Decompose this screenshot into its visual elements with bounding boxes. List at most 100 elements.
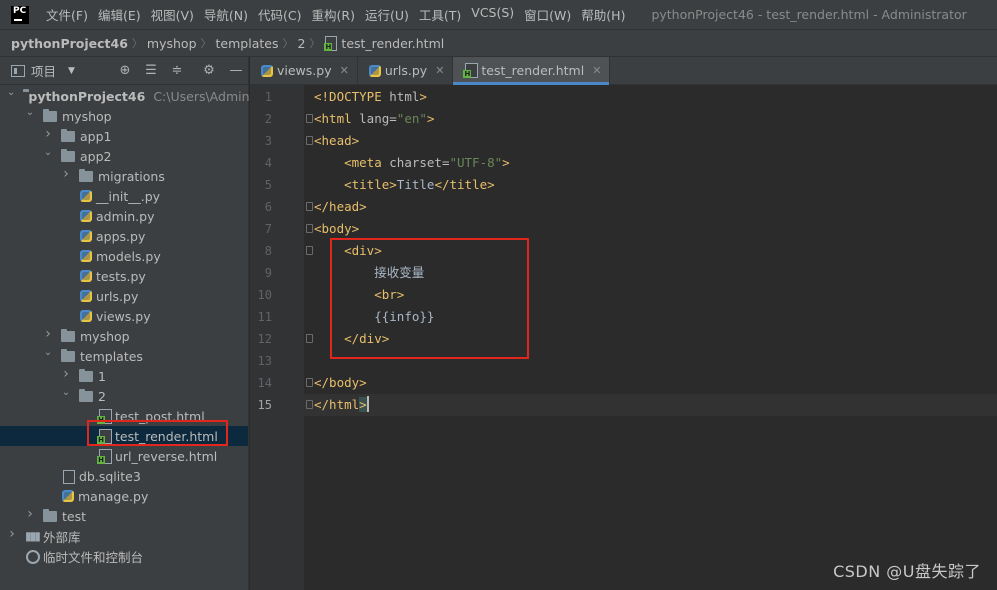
chevron-right-icon[interactable] bbox=[43, 131, 53, 141]
tree-item-label: myshop bbox=[80, 328, 130, 344]
code-line[interactable]: <title>Title</title> bbox=[314, 174, 495, 196]
code-editor[interactable]: CSDN @U盘失踪了 1 <!DOCTYPE html> 2 <html lang=… bbox=[250, 85, 997, 590]
fold-start-icon[interactable] bbox=[306, 136, 313, 145]
code-line[interactable]: <div> bbox=[314, 240, 382, 262]
tree-item[interactable]: myshop bbox=[0, 326, 248, 346]
menu-item[interactable]: 视图(V) bbox=[146, 5, 199, 24]
code-line[interactable]: <meta charset="UTF-8"> bbox=[314, 152, 510, 174]
project-panel-title[interactable]: 项目 bbox=[31, 61, 56, 80]
tree-item[interactable]: db.sqlite3 bbox=[0, 466, 248, 486]
expand-all-icon[interactable]: ☰ bbox=[143, 63, 159, 79]
tree-item[interactable]: tests.py bbox=[0, 266, 248, 286]
line-number: 12 bbox=[257, 332, 272, 346]
code-line[interactable]: </body> bbox=[314, 372, 367, 394]
chevron-right-icon[interactable] bbox=[25, 511, 35, 521]
code-line[interactable]: <head> bbox=[314, 130, 359, 152]
menu-item[interactable]: 帮助(H) bbox=[576, 5, 630, 24]
tree-item[interactable]: test_post.html bbox=[0, 406, 248, 426]
line-number: 10 bbox=[257, 288, 272, 302]
minimize-icon[interactable]: — bbox=[228, 63, 244, 79]
chevron-right-icon[interactable] bbox=[61, 371, 71, 381]
tree-item[interactable]: admin.py bbox=[0, 206, 248, 226]
locate-icon[interactable]: ⊕ bbox=[117, 63, 133, 79]
code-line[interactable]: </html> bbox=[314, 394, 369, 416]
menu-item[interactable]: 编辑(E) bbox=[93, 5, 146, 24]
tree-item[interactable]: migrations bbox=[0, 166, 248, 186]
menu-item[interactable]: 重构(R) bbox=[307, 5, 360, 24]
code-line[interactable]: </head> bbox=[314, 196, 367, 218]
breadcrumb-separator-icon: 〉 bbox=[309, 37, 321, 50]
menu-item[interactable]: 工具(T) bbox=[414, 5, 466, 24]
code-line[interactable]: <html lang="en"> bbox=[314, 108, 434, 130]
fold-start-icon[interactable] bbox=[306, 224, 313, 233]
chevron-down-icon[interactable] bbox=[43, 151, 53, 161]
menu-item[interactable]: 运行(U) bbox=[360, 5, 414, 24]
code-line[interactable]: <!DOCTYPE html> bbox=[314, 86, 427, 108]
fold-end-icon[interactable] bbox=[306, 400, 313, 409]
chevron-down-icon[interactable]: ▼ bbox=[68, 66, 75, 76]
breadcrumb-templates[interactable]: templates bbox=[216, 36, 279, 51]
tree-item[interactable]: manage.py bbox=[0, 486, 248, 506]
fold-start-icon[interactable] bbox=[306, 246, 313, 255]
menu-item[interactable]: 代码(C) bbox=[253, 5, 306, 24]
tree-item[interactable]: urls.py bbox=[0, 286, 248, 306]
editor-tab[interactable]: views.py ✕ bbox=[250, 57, 358, 84]
project-panel-header: 项目 ▼ ⊕ ☰ ≑ ⚙ — bbox=[0, 57, 248, 85]
breadcrumb-myshop[interactable]: myshop bbox=[147, 36, 197, 51]
tree-item[interactable]: test_render.html bbox=[0, 426, 248, 446]
menu-item[interactable]: 文件(F) bbox=[41, 5, 93, 24]
tree-item[interactable]: __init__.py bbox=[0, 186, 248, 206]
tree-item[interactable]: url_reverse.html bbox=[0, 446, 248, 466]
breadcrumb-project[interactable]: pythonProject46 bbox=[11, 36, 128, 51]
tree-item-label: 1 bbox=[98, 368, 106, 384]
tree-item[interactable]: views.py bbox=[0, 306, 248, 326]
editor-tab[interactable]: test_render.html ✕ bbox=[453, 57, 611, 85]
folder-icon bbox=[43, 108, 57, 122]
tree-item[interactable]: app1 bbox=[0, 126, 248, 146]
breadcrumb-file[interactable]: test_render.html bbox=[341, 36, 444, 51]
tree-item[interactable]: 2 bbox=[0, 386, 248, 406]
editor-tab[interactable]: urls.py ✕ bbox=[358, 57, 454, 84]
chevron-right-icon[interactable] bbox=[7, 531, 17, 541]
menu-bar: PC 文件(F) 编辑(E) 视图(V) 导航(N) 代码(C) 重构(R) 运行(U) 工具… bbox=[0, 0, 997, 29]
code-line[interactable]: {{info}} bbox=[314, 306, 434, 328]
code-line[interactable]: <br> bbox=[314, 284, 404, 306]
chevron-right-icon[interactable] bbox=[43, 331, 53, 341]
tree-item[interactable]: myshop bbox=[0, 106, 248, 126]
folder-icon bbox=[61, 328, 75, 342]
chevron-down-icon[interactable] bbox=[61, 391, 71, 401]
tree-item[interactable]: 临时文件和控制台 bbox=[0, 546, 248, 566]
line-number: 11 bbox=[257, 310, 272, 324]
gear-icon[interactable]: ⚙ bbox=[201, 63, 217, 79]
tree-item[interactable]: models.py bbox=[0, 246, 248, 266]
menu-item[interactable]: 导航(N) bbox=[199, 5, 253, 24]
menu-item[interactable]: 窗口(W) bbox=[519, 5, 576, 24]
chevron-right-icon[interactable] bbox=[61, 171, 71, 181]
tree-item[interactable]: pythonProject46 C:\Users\Adminis bbox=[0, 86, 260, 106]
chevron-down-icon[interactable] bbox=[43, 351, 53, 361]
code-line[interactable]: <body> bbox=[314, 218, 359, 240]
breadcrumb-folder-2[interactable]: 2 bbox=[297, 36, 305, 51]
tree-item[interactable]: 1 bbox=[0, 366, 248, 386]
close-icon[interactable]: ✕ bbox=[435, 64, 444, 77]
tree-item[interactable]: test bbox=[0, 506, 248, 526]
tree-item[interactable]: app2 bbox=[0, 146, 248, 166]
code-line[interactable]: 接收变量 bbox=[314, 262, 424, 284]
menu-item[interactable]: VCS(S) bbox=[466, 5, 519, 24]
fold-start-icon[interactable] bbox=[306, 114, 313, 123]
tree-item-label: pythonProject46 bbox=[28, 88, 146, 104]
fold-end-icon[interactable] bbox=[306, 378, 313, 387]
chevron-down-icon[interactable] bbox=[25, 111, 35, 121]
tree-item[interactable]: ▮▮▮外部库 bbox=[0, 526, 248, 546]
chevron-down-icon[interactable] bbox=[7, 91, 15, 101]
code-line[interactable]: </div> bbox=[314, 328, 389, 350]
fold-end-icon[interactable] bbox=[306, 202, 313, 211]
close-icon[interactable]: ✕ bbox=[592, 64, 601, 77]
tree-item[interactable]: apps.py bbox=[0, 226, 248, 246]
close-icon[interactable]: ✕ bbox=[340, 64, 349, 77]
breadcrumb-separator-icon: 〉 bbox=[200, 37, 212, 50]
fold-end-icon[interactable] bbox=[306, 334, 313, 343]
collapse-all-icon[interactable]: ≑ bbox=[169, 63, 185, 79]
tree-item[interactable]: templates bbox=[0, 346, 248, 366]
tree-item-label: migrations bbox=[98, 168, 165, 184]
